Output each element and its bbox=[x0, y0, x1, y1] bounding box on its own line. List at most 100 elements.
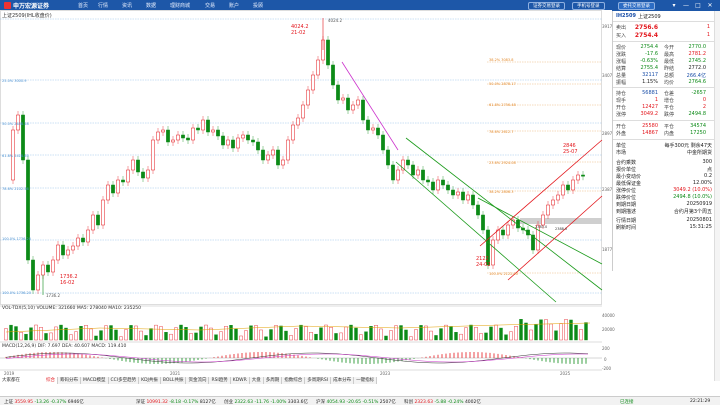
menu-account[interactable]: 账户 bbox=[229, 2, 239, 9]
tab-chip[interactable]: 筹码分布 bbox=[58, 377, 81, 384]
trade-login-button[interactable]: 委托交易登录 bbox=[618, 1, 655, 10]
candle-body bbox=[26, 159, 30, 261]
volume-bar bbox=[284, 330, 288, 341]
tab-multi-rsi[interactable]: 多周期RSI bbox=[305, 377, 332, 384]
position-row: 涨停 3049.2 跌停 2494.8 bbox=[616, 111, 706, 118]
candle-body bbox=[206, 119, 210, 133]
candle-body bbox=[546, 204, 550, 216]
kline-chart[interactable] bbox=[0, 10, 612, 376]
menu-trade[interactable]: 交易 bbox=[205, 2, 215, 9]
volume-bar bbox=[429, 330, 433, 341]
candle-body bbox=[201, 119, 205, 131]
candle-body bbox=[541, 214, 545, 226]
volume-bar bbox=[524, 322, 528, 341]
candle-body bbox=[556, 194, 560, 201]
minimize-icon[interactable]: — bbox=[682, 1, 690, 10]
quote-row: 现价 2754.4 今开 2770.0 bbox=[616, 44, 706, 51]
dropdown-icon[interactable]: ▾ bbox=[670, 1, 678, 10]
x-axis-tick: 2025 bbox=[560, 371, 571, 376]
tab-macd[interactable]: MACD模型 bbox=[81, 377, 109, 384]
volume-bar bbox=[574, 324, 578, 341]
volume-bar bbox=[539, 319, 543, 341]
x-axis-tick: 2019 bbox=[4, 371, 15, 376]
volume-bar bbox=[304, 326, 308, 341]
candle-body bbox=[81, 237, 85, 243]
info-row: 到期描述 合约月第3个周五 bbox=[616, 209, 712, 215]
info-row: 合约乘数 300 bbox=[616, 159, 712, 166]
tab-rsi[interactable]: RSI趋势 bbox=[209, 377, 231, 384]
quote-row: 振幅 1.15% 均价 2764.6 bbox=[616, 79, 706, 86]
volume-bar bbox=[159, 326, 163, 341]
tab-index[interactable]: 指数综合 bbox=[282, 377, 306, 384]
menu-quotes[interactable]: 行情 bbox=[98, 2, 108, 9]
menu-data[interactable]: 数据 bbox=[146, 2, 156, 9]
tab-market[interactable]: 大盘 bbox=[249, 377, 264, 384]
maximize-icon[interactable]: □ bbox=[694, 1, 702, 10]
volume-bar bbox=[154, 324, 158, 341]
securities-login-button[interactable]: 证券交易登录 bbox=[528, 1, 565, 10]
candle-body bbox=[476, 204, 480, 216]
candle-body bbox=[551, 199, 555, 206]
candle-body bbox=[436, 179, 440, 191]
candle-body bbox=[561, 184, 565, 196]
index-item[interactable]: 上证 3559.95 -13.26 -0.37% 6946亿 bbox=[4, 399, 84, 405]
candle-body bbox=[456, 191, 460, 196]
candle-body bbox=[346, 97, 350, 111]
fib-label: 100.0% 1736.20 bbox=[2, 291, 31, 295]
phone-login-button[interactable]: 手机号登录 bbox=[572, 1, 605, 10]
candle-body bbox=[286, 139, 290, 161]
candle-body bbox=[466, 194, 470, 201]
info-row: 最小变动价 0.2 bbox=[616, 173, 712, 180]
tab-cci[interactable]: CCI多空趋势 bbox=[108, 377, 140, 384]
candle-body bbox=[151, 139, 155, 171]
menu-news[interactable]: 资讯 bbox=[122, 2, 132, 9]
candle-body bbox=[221, 135, 225, 146]
menu-home[interactable]: 首页 bbox=[78, 2, 88, 9]
volume-bar bbox=[59, 324, 63, 341]
tab-boll[interactable]: BOLL共振 bbox=[160, 377, 187, 384]
volume-bar bbox=[214, 334, 218, 341]
candle-body bbox=[126, 169, 130, 183]
candle-body bbox=[141, 171, 145, 179]
candle-body bbox=[246, 134, 250, 141]
volume-bar bbox=[4, 328, 8, 341]
volume-bar bbox=[194, 332, 198, 341]
macd-scale: 200 bbox=[602, 346, 610, 351]
tab-kdwr[interactable]: KDWR bbox=[230, 377, 250, 384]
candle-body bbox=[406, 159, 410, 166]
tab-one-click[interactable]: 一键指标 bbox=[354, 377, 378, 384]
candle-body bbox=[461, 191, 465, 201]
index-item[interactable]: 沪深 4054.93 -20.65 -0.51% 2507亿 bbox=[316, 399, 396, 405]
candle-body bbox=[76, 237, 80, 247]
volume-bar bbox=[69, 334, 73, 341]
tab-multi-period[interactable]: 多周期 bbox=[263, 377, 283, 384]
app-logo: 申万宏源证券 bbox=[4, 1, 49, 10]
candle-body bbox=[131, 159, 135, 171]
quote-row: 总量 32117 总额 266.4亿 bbox=[616, 72, 706, 79]
index-item[interactable]: 科创 2323.63 -5.88 -0.24% 4002亿 bbox=[404, 399, 481, 405]
tab-cost[interactable]: 成本分布 bbox=[331, 377, 355, 384]
hot-label[interactable]: 大家都在 bbox=[2, 377, 20, 383]
index-item[interactable]: 创业 2322.63 -11.76 -1.00% 3303.6亿 bbox=[224, 399, 308, 405]
candle-body bbox=[191, 127, 195, 141]
high-price-label: 4024.2 21-02 bbox=[291, 24, 309, 36]
tab-kdj[interactable]: KDJ共振 bbox=[139, 377, 161, 384]
index-item[interactable]: 深证 10991.32 -8.18 -0.17% 8127亿 bbox=[136, 399, 216, 405]
close-icon[interactable]: ✕ bbox=[706, 1, 714, 10]
candle-body bbox=[251, 139, 255, 143]
volume-bar bbox=[319, 327, 323, 341]
axis-tick: 3917 bbox=[602, 24, 613, 29]
tab-composite[interactable]: 综合 bbox=[44, 377, 58, 384]
candle-body bbox=[336, 84, 340, 101]
candle-body bbox=[331, 64, 335, 86]
box-label: 2388.0 bbox=[555, 227, 568, 231]
tab-fund-flow[interactable]: 资金流向 bbox=[186, 377, 210, 384]
menu-wealth-mall[interactable]: 理财商城 bbox=[170, 2, 190, 9]
candle-body bbox=[571, 179, 575, 191]
candle-body bbox=[186, 137, 190, 141]
volume-bar bbox=[239, 335, 243, 341]
volume-bar bbox=[564, 319, 568, 341]
candle-body bbox=[261, 149, 265, 161]
volume-bar bbox=[184, 327, 188, 341]
menu-advisor[interactable]: 投顾 bbox=[253, 2, 263, 9]
